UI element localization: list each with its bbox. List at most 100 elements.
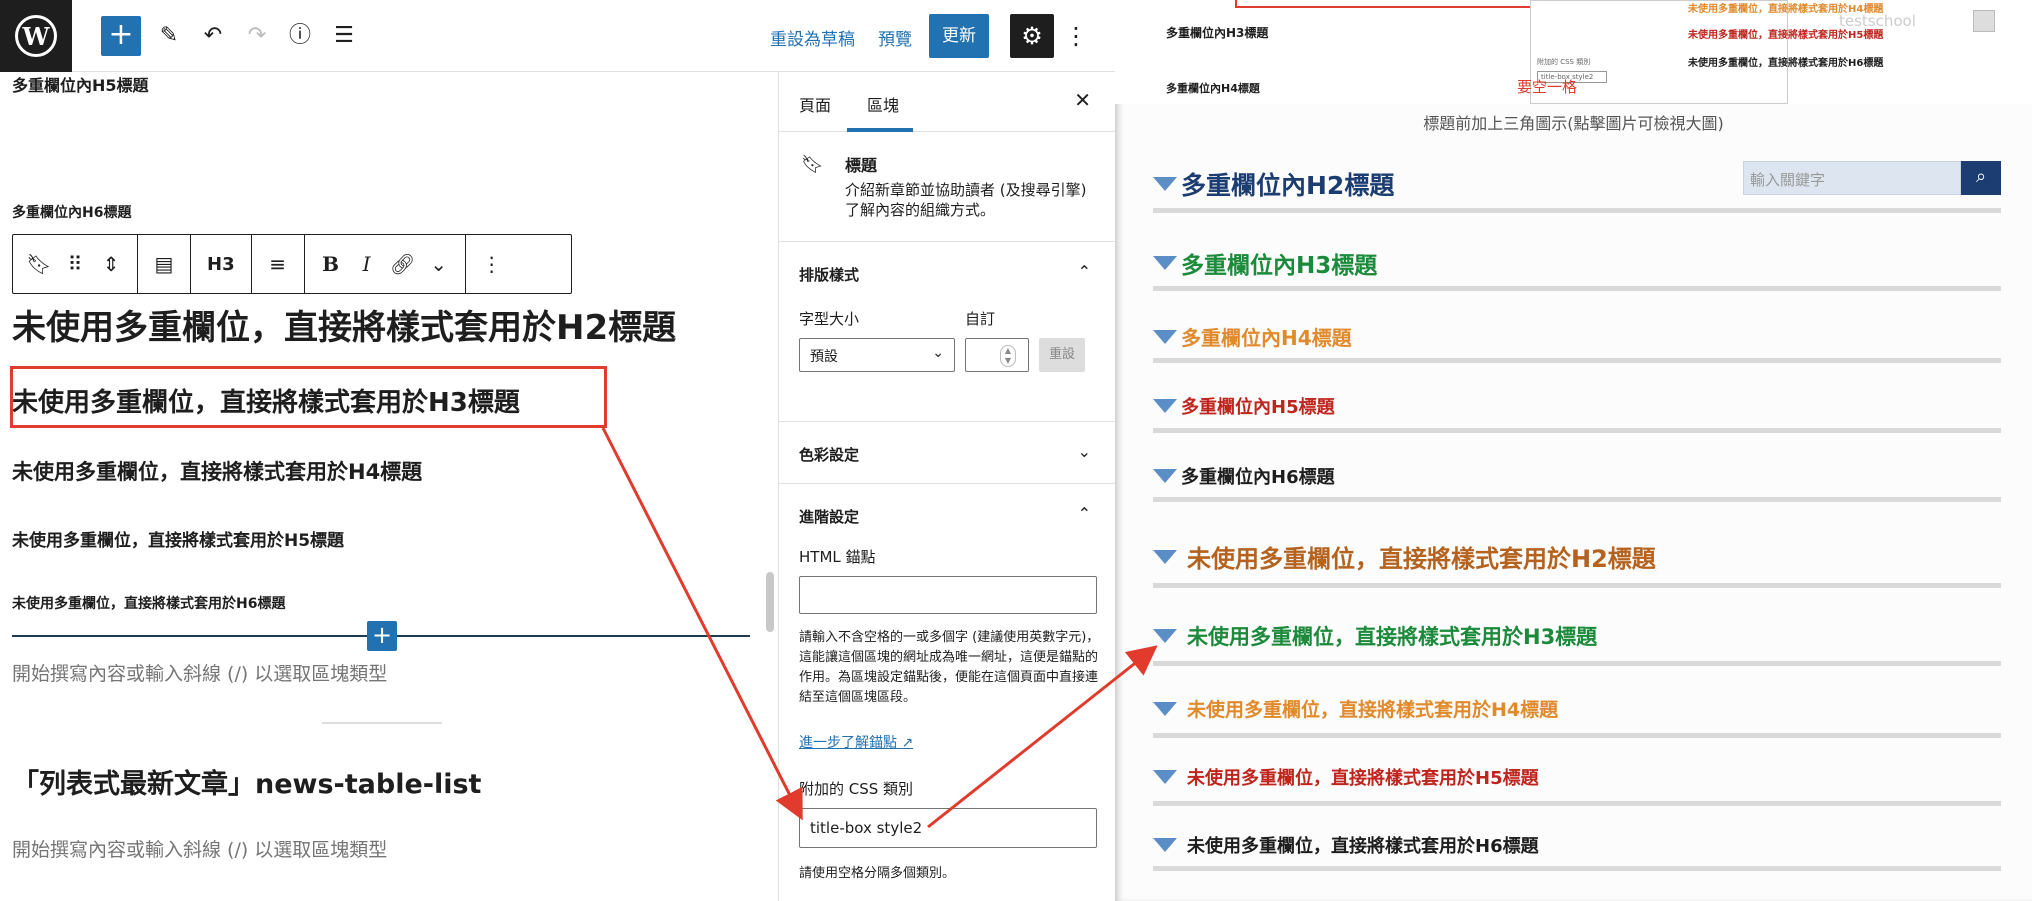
preview-heading-text: 未使用多重欄位，直接將樣式套用於H6標題 (1187, 836, 1539, 857)
drag-handle[interactable]: ⠿ (57, 240, 93, 288)
heading-level-button[interactable]: H3 (199, 240, 243, 288)
heading-block[interactable]: 未使用多重欄位，直接將樣式套用於H2標題 (12, 300, 676, 349)
highlight-annotation-box (10, 366, 607, 428)
heading-block-text: 未使用多重欄位，直接將樣式套用於H2標題 (12, 308, 677, 348)
preview-heading-text: 多重欄位內H6標題 (1181, 467, 1335, 488)
thumbnail-note: 要空一格 (1517, 78, 1578, 96)
more-formats-button[interactable]: ⌄ (421, 240, 457, 288)
heading-underline-bar (1153, 428, 2001, 433)
heading-underline-bar (1153, 358, 2001, 363)
wordpress-logo-icon: W (15, 15, 57, 57)
panel-title: 色彩設定 (799, 446, 860, 464)
search-input[interactable]: 輸入關鍵字 (1743, 161, 1961, 195)
block-toolbar-group: B I 🔗︎ ⌄ (305, 235, 466, 293)
more-vertical-icon: ⋮ (481, 252, 502, 276)
sidebar-tabs: 頁面 區塊 ✕ (779, 72, 1115, 132)
advanced-panel-toggle[interactable]: 進階設定 ⌃ (779, 484, 1115, 546)
chevron-up-down-icon: ⇕ (102, 252, 120, 276)
html-anchor-input[interactable] (799, 576, 1097, 614)
align-left-icon: ≡ (269, 252, 286, 276)
separator-block[interactable] (322, 722, 442, 724)
block-toolbar-group: 🔖︎ ⠿ ⇕ (13, 235, 138, 293)
close-sidebar-button[interactable]: ✕ (1074, 88, 1091, 112)
css-class-label: 附加的 CSS 類別 (799, 780, 914, 798)
heading-underline-bar (1153, 497, 2001, 502)
preview-heading: 多重欄位內H2標題 (1153, 166, 1394, 202)
plus-icon: + (108, 17, 134, 52)
editor-canvas: 多重欄位內H5標題 多重欄位內H6標題 未使用多重欄位，直接將樣式套用於H2標題… (0, 72, 778, 901)
move-up-down-button[interactable]: ⇕ (93, 240, 129, 288)
details-button[interactable]: ⓘ (284, 20, 316, 52)
bookmark-icon: 🔖︎ (26, 252, 52, 276)
more-options-button[interactable]: ⋮ (1064, 20, 1088, 52)
block-type-button[interactable]: 🔖︎ (21, 240, 57, 288)
triangle-icon (1153, 770, 1177, 784)
list-view-button[interactable]: ☰ (328, 20, 360, 52)
search-icon: ⌕ (1975, 166, 1987, 187)
css-class-input[interactable]: title-box style2 (799, 808, 1097, 848)
learn-anchors-text: 進一步了解錨點 (799, 735, 897, 751)
triangle-icon (1153, 256, 1177, 270)
bold-icon: B (322, 252, 340, 276)
block-toolbar-group: ▤ (138, 235, 191, 293)
add-block-button[interactable]: + (101, 16, 141, 56)
custom-size-input[interactable]: ▲ ▼ (965, 338, 1029, 372)
triangle-icon (1153, 629, 1177, 643)
tab-page[interactable]: 頁面 (799, 92, 831, 116)
heading-block[interactable]: 多重欄位內H5標題 (12, 72, 149, 96)
bookmark-icon: 🔖︎ (801, 154, 824, 175)
heading-block[interactable]: 未使用多重欄位，直接將樣式套用於H5標題 (12, 526, 344, 551)
link-icon: 🔗︎ (389, 252, 416, 276)
wordpress-logo-button[interactable]: W (0, 0, 72, 72)
search-button[interactable]: ⌕ (1961, 161, 2001, 195)
redo-button[interactable]: ↷ (241, 20, 273, 52)
preview-heading: 多重欄位內H4標題 (1153, 322, 1352, 351)
thumbnail-heading: 多重欄位內H4標題 (1166, 82, 1260, 95)
color-panel-toggle[interactable]: 色彩設定 ⌄ (779, 422, 1115, 484)
triangle-icon (1153, 701, 1177, 716)
block-card: 🔖︎ 標題 介紹新章節並協助讀者 (及搜尋引擎) 了解內容的組織方式。 (779, 132, 1115, 242)
heading-block[interactable]: 多重欄位內H6標題 (12, 202, 131, 222)
preview-heading-text: 未使用多重欄位，直接將樣式套用於H5標題 (1187, 768, 1539, 789)
block-toolbar-group: H3 (191, 235, 252, 293)
edit-tools-button[interactable]: ✎ (153, 20, 185, 52)
reset-button[interactable]: 重設 (1039, 338, 1085, 372)
typography-panel-toggle[interactable]: 排版樣式 ⌃ (779, 242, 1115, 304)
align-wide-icon: ▤ (154, 252, 174, 276)
screenshot-thumbnail[interactable]: 多重欄位內H3標題 多重欄位內H4標題 附加的 CSS 類別 title-box… (1115, 0, 2032, 104)
html-anchor-label: HTML 錨點 (799, 548, 876, 566)
chevron-up-icon: ⌃ (1077, 504, 1091, 523)
font-size-select[interactable]: 預設 ⌄ (799, 338, 955, 372)
update-button[interactable]: 更新 (929, 14, 989, 58)
settings-button[interactable]: ⚙ (1010, 14, 1054, 58)
block-toolbar: 🔖︎ ⠿ ⇕ ▤ H3 ≡ B I 🔗︎ ⌄ ⋮ (12, 234, 572, 294)
preview-button[interactable]: 預覽 (878, 25, 912, 50)
paragraph-placeholder[interactable]: 開始撰寫內容或輸入斜線 (/) 以選取區塊類型 (12, 659, 387, 686)
triangle-icon (1153, 329, 1177, 344)
heading-underline-bar (1153, 583, 2001, 588)
learn-anchors-link[interactable]: 進一步了解錨點 ↗ (799, 732, 913, 752)
tab-block[interactable]: 區塊 (867, 92, 899, 116)
text-align-button[interactable]: ≡ (260, 240, 296, 288)
bold-button[interactable]: B (313, 240, 349, 288)
external-link-icon: ↗ (901, 735, 914, 751)
italic-icon: I (362, 252, 371, 276)
canvas-scrollbar[interactable] (766, 572, 774, 632)
paragraph-placeholder[interactable]: 開始撰寫內容或輸入斜線 (/) 以選取區塊類型 (12, 835, 387, 862)
switch-to-draft-button[interactable]: 重設為草稿 (770, 25, 855, 50)
custom-size-label: 自訂 (965, 310, 996, 328)
heading-block[interactable]: 未使用多重欄位，直接將樣式套用於H6標題 (12, 593, 285, 613)
preview-heading: 多重欄位內H6標題 (1153, 463, 1335, 489)
heading-block[interactable]: 未使用多重欄位，直接將樣式套用於H4標題 (12, 456, 422, 486)
block-options-button[interactable]: ⋮ (474, 240, 510, 288)
stepper-icon[interactable]: ▲ ▼ (1000, 345, 1016, 367)
panel-title: 排版樣式 (799, 266, 860, 284)
drag-handle-icon: ⠿ (67, 252, 83, 276)
link-button[interactable]: 🔗︎ (385, 240, 421, 288)
italic-button[interactable]: I (349, 240, 385, 288)
heading-block[interactable]: 「列表式最新文章」news-table-list (12, 762, 481, 801)
inline-inserter-button[interactable]: + (367, 621, 397, 651)
heading-underline-bar (1153, 208, 2001, 213)
undo-button[interactable]: ↶ (197, 20, 229, 52)
align-wide-button[interactable]: ▤ (146, 240, 182, 288)
